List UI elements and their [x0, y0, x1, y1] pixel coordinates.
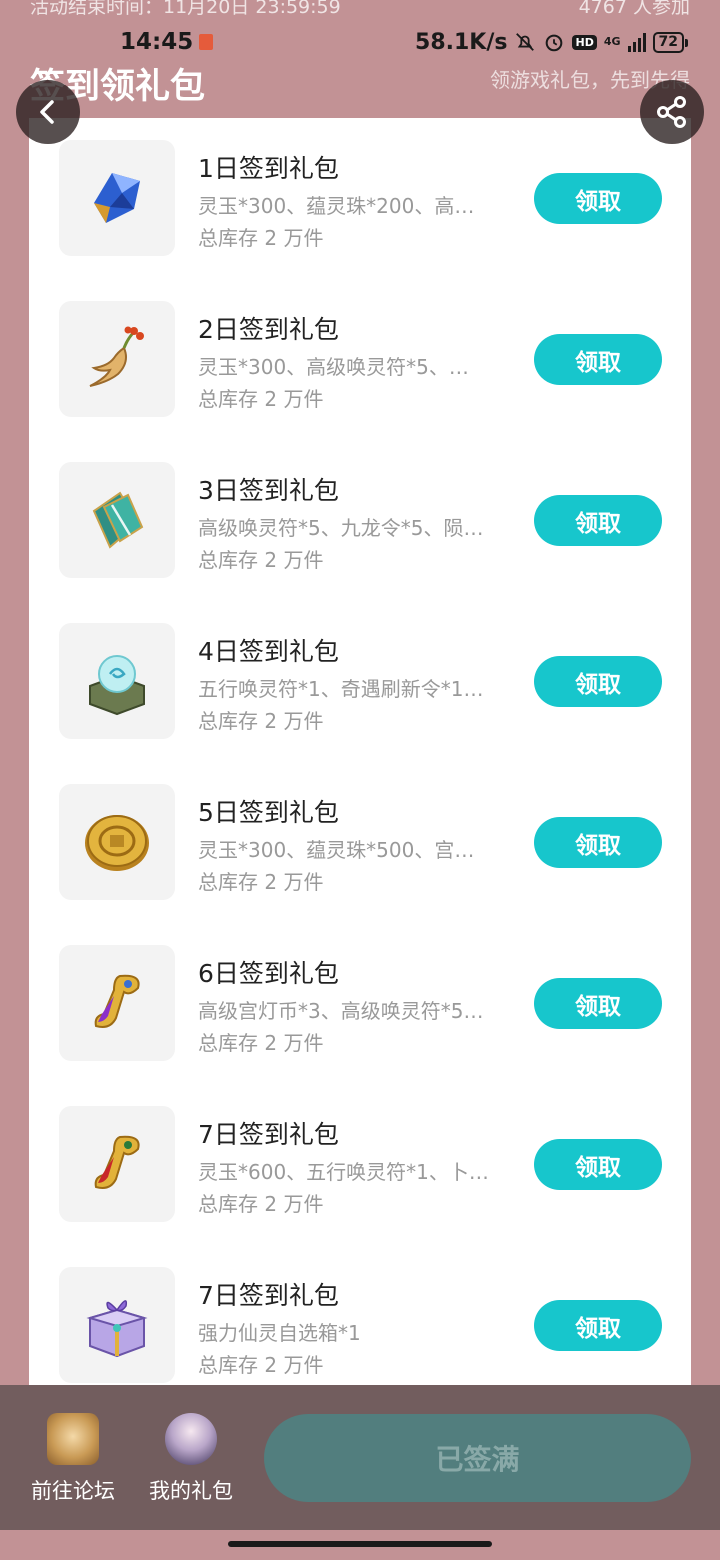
- forum-button[interactable]: 前往论坛: [18, 1413, 128, 1505]
- claim-button[interactable]: 领取: [534, 173, 662, 224]
- alarm-icon: [546, 34, 563, 52]
- network-type: 4G: [603, 35, 621, 48]
- gift-description: 高级宫灯币*3、高级唤灵符*5…: [198, 999, 484, 1023]
- gift-title: 7日签到礼包: [198, 1281, 339, 1310]
- gift-stock: 总库存 2 万件: [198, 709, 324, 733]
- claim-button[interactable]: 领取: [534, 978, 662, 1029]
- claim-button[interactable]: 领取: [534, 495, 662, 546]
- battery-icon: 72: [652, 31, 689, 53]
- list-item: 2日签到礼包 灵玉*300、高级唤灵符*5、… 总库存 2 万件 领取: [29, 279, 691, 440]
- claim-button[interactable]: 领取: [534, 656, 662, 707]
- status-bar: 14:45 58.1K/s HD 4G 72: [120, 26, 689, 58]
- bottom-bar: 前往论坛 我的礼包 已签满: [0, 1385, 720, 1530]
- share-button[interactable]: [640, 80, 704, 144]
- gift-description: 强力仙灵自选箱*1: [198, 1321, 361, 1345]
- red-ruyi-icon: [94, 1135, 140, 1189]
- forum-label: 前往论坛: [31, 1479, 115, 1503]
- home-indicator[interactable]: [228, 1541, 492, 1547]
- gift-box-icon: [86, 1300, 148, 1358]
- list-item: 3日签到礼包 高级唤灵符*5、九龙令*5、陨… 总库存 2 万件 领取: [29, 440, 691, 601]
- gold-coin-icon: [85, 815, 149, 871]
- gift-description: 灵玉*300、高级唤灵符*5、…: [198, 355, 469, 379]
- clock: 14:45: [120, 29, 194, 55]
- gift-title: 3日签到礼包: [198, 476, 339, 505]
- gift-stock: 总库存 2 万件: [198, 1192, 324, 1216]
- purple-ruyi-icon: [94, 974, 140, 1028]
- activity-info-bar: 活动结束时间：11月20日 23:59:59 4767 人参加: [30, 0, 690, 22]
- mute-bell-icon: [516, 33, 535, 51]
- gift-description: 灵玉*300、蕴灵珠*200、高…: [198, 194, 475, 218]
- list-item: 4日签到礼包 五行唤灵符*1、奇遇刷新令*1… 总库存 2 万件 领取: [29, 601, 691, 762]
- gift-description: 高级唤灵符*5、九龙令*5、陨…: [198, 516, 484, 540]
- gift-stock: 总库存 2 万件: [198, 870, 324, 894]
- gift-title: 4日签到礼包: [198, 637, 339, 666]
- list-item: 5日签到礼包 灵玉*300、蕴灵珠*500、宫… 总库存 2 万件 领取: [29, 762, 691, 923]
- gift-list[interactable]: 1日签到礼包 灵玉*300、蕴灵珠*200、高… 总库存 2 万件 领取 2日签…: [29, 118, 691, 1385]
- gift-stock: 总库存 2 万件: [198, 1031, 324, 1055]
- gift-description: 五行唤灵符*1、奇遇刷新令*1…: [198, 677, 484, 701]
- signal-icon: [627, 32, 646, 52]
- orb-pedestal-icon: [89, 655, 145, 716]
- activity-end-time: 活动结束时间：11月20日 23:59:59: [30, 0, 341, 18]
- network-speed: 58.1K/s: [415, 29, 508, 55]
- claim-button[interactable]: 领取: [534, 1300, 662, 1351]
- talisman-scroll-icon: [92, 491, 144, 549]
- my-gifts-label: 我的礼包: [149, 1479, 233, 1503]
- gift-title: 1日签到礼包: [198, 154, 339, 183]
- app-notification-icon: [199, 34, 214, 50]
- claim-button[interactable]: 领取: [534, 334, 662, 385]
- forum-icon: [47, 1413, 99, 1465]
- list-item: 1日签到礼包 灵玉*300、蕴灵珠*200、高… 总库存 2 万件 领取: [29, 118, 691, 279]
- gift-description: 灵玉*600、五行唤灵符*1、卜…: [198, 1160, 489, 1184]
- ginseng-icon: [89, 326, 144, 387]
- avatar-gift-icon: [165, 1413, 217, 1465]
- signed-full-button[interactable]: 已签满: [264, 1414, 691, 1502]
- blue-crystal-icon: [94, 173, 140, 223]
- gift-stock: 总库存 2 万件: [198, 226, 324, 250]
- list-item: 7日签到礼包 灵玉*600、五行唤灵符*1、卜… 总库存 2 万件 领取: [29, 1084, 691, 1245]
- my-gifts-button[interactable]: 我的礼包: [136, 1413, 246, 1505]
- participant-count: 4767 人参加: [578, 0, 690, 18]
- gift-title: 2日签到礼包: [198, 315, 339, 344]
- list-item: 6日签到礼包 高级宫灯币*3、高级唤灵符*5… 总库存 2 万件 领取: [29, 923, 691, 1084]
- gift-title: 5日签到礼包: [198, 798, 339, 827]
- claim-button[interactable]: 领取: [534, 1139, 662, 1190]
- claim-button[interactable]: 领取: [534, 817, 662, 868]
- gift-description: 灵玉*300、蕴灵珠*500、宫…: [198, 838, 475, 862]
- chevron-left-icon: [40, 100, 54, 124]
- gift-title: 6日签到礼包: [198, 959, 339, 988]
- gift-stock: 总库存 2 万件: [198, 548, 324, 572]
- list-item: 7日签到礼包 强力仙灵自选箱*1 总库存 2 万件 领取: [29, 1245, 691, 1385]
- share-icon: [657, 96, 686, 128]
- back-button[interactable]: [16, 80, 80, 144]
- gift-stock: 总库存 2 万件: [198, 1353, 324, 1377]
- gift-title: 7日签到礼包: [198, 1120, 339, 1149]
- hd-icon: HD: [572, 34, 597, 50]
- gift-stock: 总库存 2 万件: [198, 387, 324, 411]
